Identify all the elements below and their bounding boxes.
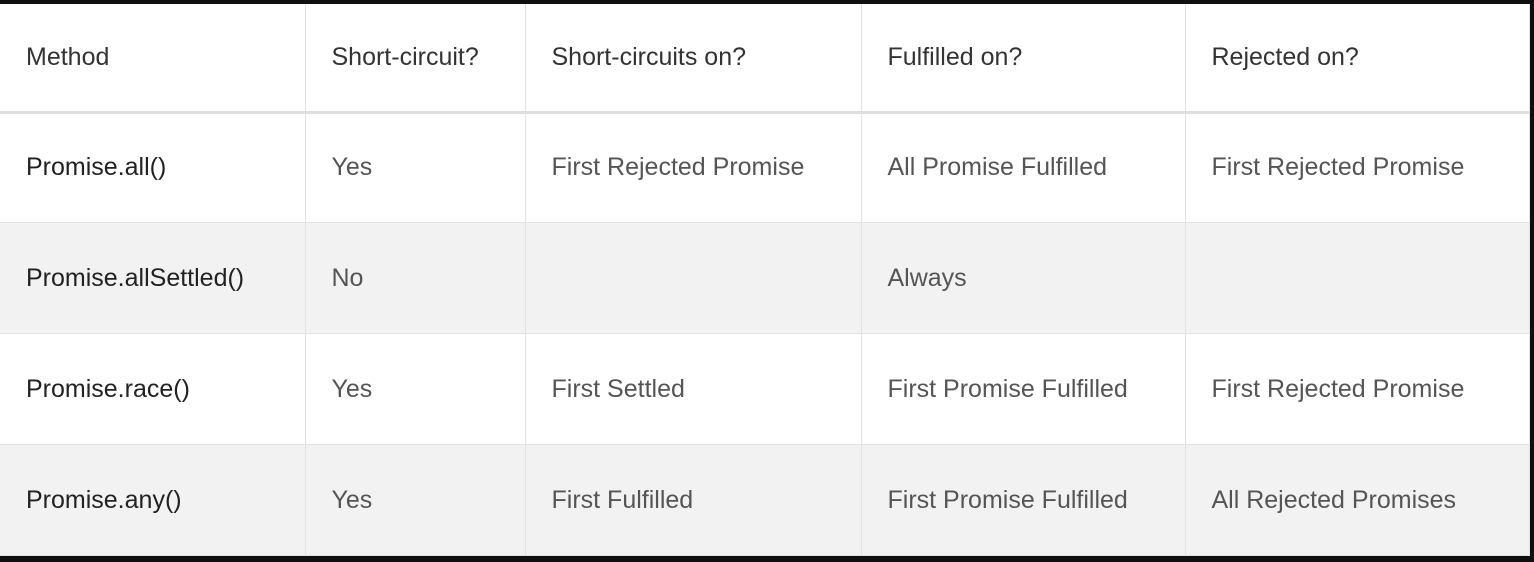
cell-rejected-on [1184, 222, 1530, 335]
cell-short-circuits-on [524, 222, 862, 335]
table-header-row: Method Short-circuit? Short-circuits on?… [0, 4, 1530, 114]
cell-rejected-on: First Rejected Promise [1184, 111, 1530, 224]
cell-rejected-on: First Rejected Promise [1184, 333, 1530, 446]
header-method: Method [0, 4, 306, 114]
cell-method: Promise.all() [0, 111, 306, 224]
cell-short-circuit: Yes [304, 333, 526, 446]
cell-short-circuits-on: First Fulfilled [524, 444, 862, 556]
table-row: Promise.all() Yes First Rejected Promise… [0, 111, 1530, 224]
table-row: Promise.race() Yes First Settled First P… [0, 333, 1530, 446]
header-short-circuits-on: Short-circuits on? [524, 4, 862, 114]
cell-fulfilled-on: Always [860, 222, 1186, 335]
cell-fulfilled-on: First Promise Fulfilled [860, 333, 1186, 446]
table-row: Promise.any() Yes First Fulfilled First … [0, 444, 1530, 556]
cell-short-circuits-on: First Settled [524, 333, 862, 446]
promise-methods-comparison-table: Method Short-circuit? Short-circuits on?… [0, 4, 1530, 556]
header-short-circuit: Short-circuit? [304, 4, 526, 114]
cell-short-circuit: Yes [304, 444, 526, 556]
cell-short-circuit: No [304, 222, 526, 335]
cell-method: Promise.any() [0, 444, 306, 556]
header-fulfilled-on: Fulfilled on? [860, 4, 1186, 114]
cell-fulfilled-on: First Promise Fulfilled [860, 444, 1186, 556]
header-rejected-on: Rejected on? [1184, 4, 1530, 114]
cell-short-circuits-on: First Rejected Promise [524, 111, 862, 224]
cell-method: Promise.race() [0, 333, 306, 446]
cell-method: Promise.allSettled() [0, 222, 306, 335]
comparison-table-container: Method Short-circuit? Short-circuits on?… [0, 4, 1530, 556]
table-row: Promise.allSettled() No Always [0, 222, 1530, 335]
cell-fulfilled-on: All Promise Fulfilled [860, 111, 1186, 224]
cell-short-circuit: Yes [304, 111, 526, 224]
cell-rejected-on: All Rejected Promises [1184, 444, 1530, 556]
